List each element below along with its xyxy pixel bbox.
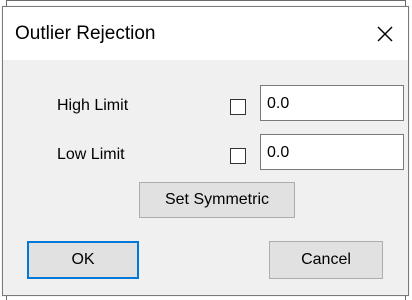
low-limit-label: Low Limit bbox=[57, 146, 125, 163]
high-limit-input[interactable] bbox=[260, 85, 404, 121]
cancel-label: Cancel bbox=[301, 251, 351, 268]
outlier-rejection-dialog: Outlier Rejection High Limit Low Limit S… bbox=[2, 6, 409, 296]
dialog-titlebar: Outlier Rejection bbox=[3, 7, 408, 60]
cancel-button[interactable]: Cancel bbox=[269, 241, 383, 279]
close-icon bbox=[377, 26, 393, 41]
ok-button[interactable]: OK bbox=[27, 241, 139, 279]
high-limit-label: High Limit bbox=[57, 97, 129, 114]
dialog-title: Outlier Rejection bbox=[15, 23, 156, 44]
high-limit-checkbox[interactable] bbox=[230, 99, 246, 115]
close-button[interactable] bbox=[362, 7, 408, 60]
set-symmetric-button[interactable]: Set Symmetric bbox=[139, 182, 295, 218]
background-divider bbox=[6, 0, 406, 1]
low-limit-checkbox[interactable] bbox=[230, 148, 246, 164]
set-symmetric-label: Set Symmetric bbox=[164, 191, 269, 208]
low-limit-input[interactable] bbox=[260, 134, 404, 170]
ok-label: OK bbox=[71, 251, 95, 268]
